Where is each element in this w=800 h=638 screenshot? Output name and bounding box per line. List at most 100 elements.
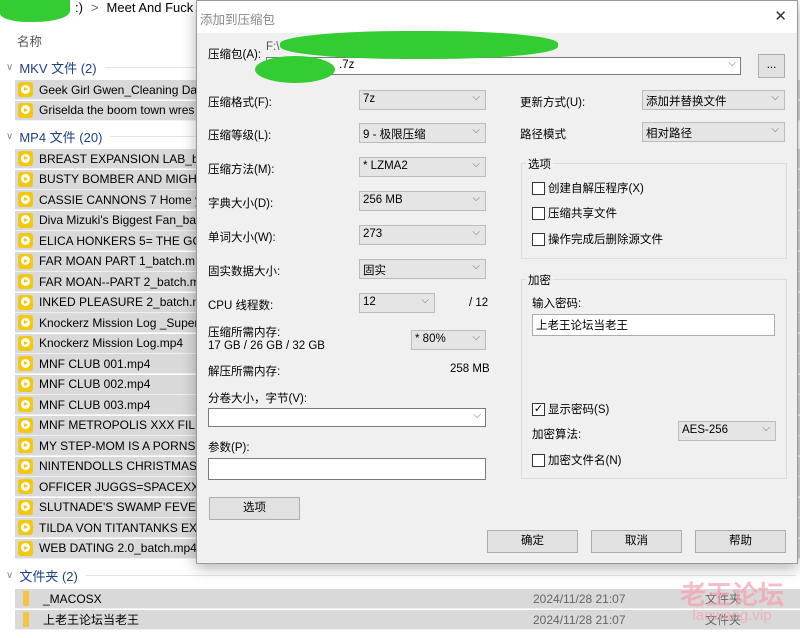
checkmark-icon: ✓ [532, 402, 545, 416]
encryption-group-caption: 加密 [526, 272, 553, 288]
archive-label: 压缩包(A): [208, 49, 262, 61]
file-name: Knockerz Mission Log _Super [39, 315, 199, 330]
split-input[interactable]: ⌵ [208, 408, 486, 427]
archive-path-value: .7z [339, 59, 355, 71]
watermark: 老王论坛 laowang.vip [680, 580, 785, 624]
delete-source-checkbox[interactable]: 操作完成后删除源文件 [532, 231, 663, 247]
cpu-max: / 12 [469, 297, 489, 309]
video-file-icon [18, 397, 33, 412]
video-file-icon [18, 356, 33, 371]
browse-button[interactable]: ... [758, 54, 785, 78]
folder-name: 上老王论坛当老王 [43, 613, 140, 627]
redaction-scribble [0, 0, 70, 22]
file-name: MNF METROPOLIS XXX FILES [39, 418, 212, 432]
video-file-icon [18, 335, 33, 351]
level-select[interactable]: 9 - 极限压缩 ⌵ [359, 123, 486, 143]
video-file-icon [18, 479, 33, 494]
options-group: 选项 创建自解压程序(X) 压缩共享文件 操作完成后删除源文件 [521, 156, 787, 259]
file-name: ELICA HONKERS 5= THE GOL [39, 233, 209, 248]
mem-value: 17 GB / 26 GB / 32 GB [208, 340, 325, 352]
video-file-icon [18, 171, 33, 187]
chevron-down-icon: ∨ [6, 131, 14, 142]
file-name: MNF CLUB 002.mp4 [39, 377, 151, 391]
file-name: BREAST EXPANSION LAB_ba [39, 151, 206, 166]
params-input[interactable] [208, 458, 486, 480]
chevron-down-icon: ⌵ [472, 261, 480, 272]
video-file-icon [18, 102, 33, 118]
chevron-down-icon: ⌵ [472, 159, 480, 170]
ok-button[interactable]: 确定 [487, 530, 578, 553]
redaction-scribble [280, 31, 558, 59]
video-file-icon [18, 233, 33, 248]
file-name: MNF CLUB 003.mp4 [39, 397, 151, 412]
word-label: 单词大小(W): [208, 232, 276, 244]
cpu-select[interactable]: 12 ⌵ [359, 293, 435, 313]
file-name: WEB DATING 2.0_batch.mp4 [39, 541, 197, 555]
chevron-down-icon: ⌵ [771, 124, 779, 135]
file-name: BUSTY BOMBER AND MIGHT [39, 172, 205, 186]
breadcrumb-folder[interactable]: Meet And Fuck G [107, 0, 207, 15]
password-input[interactable]: 上老王论坛当老王 [532, 314, 775, 336]
word-select[interactable]: 273 ⌵ [359, 225, 486, 245]
add-to-archive-dialog: 添加到压缩包 ✕ 压缩包(A): F:\ .7z ⌵ ... 压缩格式(F): … [196, 0, 798, 564]
breadcrumb-drive[interactable]: :) [75, 0, 83, 15]
file-name: MNF CLUB 001.mp4 [39, 356, 151, 371]
breadcrumb-separator: > [90, 0, 99, 15]
file-name: NINTENDOLLS CHRISTMAS 2 [39, 459, 208, 473]
params-label: 参数(P): [208, 442, 250, 454]
folder-icon [23, 591, 29, 606]
encrypt-names-checkbox[interactable]: 加密文件名(N) [532, 452, 621, 468]
update-label: 更新方式(U): [520, 97, 586, 109]
chevron-down-icon: ⌵ [421, 295, 429, 306]
solid-select[interactable]: 固实 ⌵ [359, 259, 486, 279]
video-file-icon [18, 192, 33, 207]
chevron-down-icon: ⌵ [472, 227, 480, 238]
dict-select[interactable]: 256 MB ⌵ [359, 191, 486, 211]
dialog-title: 添加到压缩包 [197, 1, 797, 33]
method-select[interactable]: * LZMA2 ⌵ [359, 157, 486, 177]
file-name: OFFICER JUGGS=SPACEXXX [39, 479, 208, 494]
sfx-checkbox[interactable]: 创建自解压程序(X) [532, 180, 644, 196]
format-label: 压缩格式(F): [208, 97, 272, 109]
video-file-icon [18, 294, 33, 310]
cancel-button[interactable]: 取消 [591, 530, 682, 553]
options-group-caption: 选项 [526, 156, 553, 172]
dict-label: 字典大小(D): [208, 198, 274, 210]
show-password-checkbox[interactable]: ✓ 显示密码(S) [532, 401, 609, 417]
path-mode-select[interactable]: 相对路径 ⌵ [642, 122, 785, 142]
enc-method-select[interactable]: AES-256 ⌵ [678, 421, 776, 441]
password-label: 输入密码: [532, 298, 582, 310]
chevron-down-icon: ⌵ [771, 92, 779, 103]
file-name: FAR MOAN PART 1_batch.m [39, 254, 196, 268]
help-button[interactable]: 帮助 [695, 530, 786, 553]
file-name: Geek Girl Gwen_Cleaning Day [39, 82, 204, 97]
redaction-scribble [255, 56, 335, 83]
shared-checkbox[interactable]: 压缩共享文件 [532, 205, 617, 221]
path-mode-label: 路径模式 [520, 129, 566, 141]
folder-icon [23, 612, 29, 627]
column-header-name[interactable]: 名称 [17, 31, 42, 50]
solid-label: 固实数据大小: [208, 266, 281, 278]
chevron-down-icon: ⌵ [472, 92, 480, 103]
level-label: 压缩等级(L): [208, 130, 272, 142]
video-file-icon [18, 151, 33, 166]
unpack-label: 解压所需内存: [208, 366, 281, 378]
mem-percent-select[interactable]: * 80% ⌵ [411, 330, 486, 350]
video-file-icon [18, 315, 33, 330]
close-icon[interactable]: ✕ [774, 7, 787, 25]
split-label: 分卷大小，字节(V): [208, 393, 308, 405]
options-button[interactable]: 选项 [209, 497, 300, 520]
file-name: Knockerz Mission Log.mp4 [39, 336, 184, 350]
file-name: Griselda the boom town wres [39, 103, 195, 118]
video-file-icon [18, 212, 33, 228]
chevron-down-icon: ⌵ [472, 193, 480, 204]
update-select[interactable]: 添加并替换文件 ⌵ [642, 90, 785, 110]
file-name: SLUTNADE'S SWAMP FEVER_ [39, 500, 212, 514]
video-file-icon [18, 458, 33, 474]
archive-path-input[interactable]: .7z ⌵ [266, 57, 741, 75]
group-header[interactable]: ∨ 文件夹 (2) [6, 566, 796, 585]
chevron-down-icon: ⌵ [762, 423, 770, 434]
method-label: 压缩方法(M): [208, 164, 275, 176]
file-name: CASSIE CANNONS 7 Home y [39, 192, 202, 207]
format-select[interactable]: 7z ⌵ [359, 90, 486, 110]
